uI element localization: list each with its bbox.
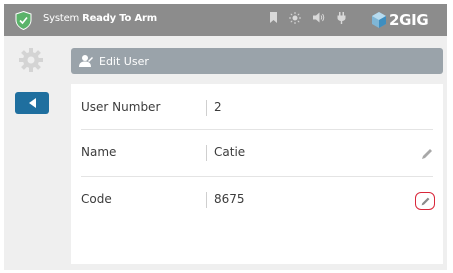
edit-name-pencil-icon[interactable] xyxy=(420,147,434,161)
row-separator xyxy=(206,145,207,161)
pencil-icon xyxy=(421,197,429,205)
gear-icon[interactable] xyxy=(18,47,44,73)
brand-text: 2GIG xyxy=(389,11,429,29)
row-separator xyxy=(206,192,207,208)
status-prefix: System xyxy=(43,13,80,24)
shield-icon[interactable] xyxy=(15,11,32,30)
brightness-icon[interactable] xyxy=(289,11,301,29)
status-bar: System Ready To Arm 2GIG xyxy=(4,4,447,36)
power-plug-icon[interactable] xyxy=(337,11,346,29)
page-title: Edit User xyxy=(99,54,149,68)
edit-code-button[interactable] xyxy=(415,192,435,210)
name-value[interactable]: Catie xyxy=(214,145,245,159)
user-edit-icon xyxy=(79,55,93,67)
user-form: User Number 2 Name Catie Code 8675 xyxy=(71,84,443,264)
field-row-name[interactable]: Name Catie xyxy=(71,130,443,176)
volume-icon[interactable] xyxy=(313,12,325,28)
back-arrow-icon xyxy=(28,98,36,108)
code-label: Code xyxy=(81,192,112,206)
user-number-value: 2 xyxy=(214,100,222,114)
row-separator xyxy=(206,100,207,116)
user-number-label: User Number xyxy=(81,100,161,114)
system-status[interactable]: System Ready To Arm xyxy=(43,13,157,24)
bookmark-icon[interactable] xyxy=(270,12,277,28)
code-value[interactable]: 8675 xyxy=(214,192,245,206)
field-row-code[interactable]: Code 8675 xyxy=(71,177,443,223)
panel-screen: System Ready To Arm 2GIG Edit User User … xyxy=(4,4,447,270)
cube-icon xyxy=(372,12,386,28)
status-state: Ready To Arm xyxy=(82,13,158,24)
brand-logo: 2GIG xyxy=(372,10,429,30)
status-icons xyxy=(270,11,358,29)
field-row-user-number: User Number 2 xyxy=(71,84,443,130)
name-label: Name xyxy=(81,145,117,159)
edit-user-header: Edit User xyxy=(71,48,443,74)
back-button[interactable] xyxy=(15,92,49,114)
